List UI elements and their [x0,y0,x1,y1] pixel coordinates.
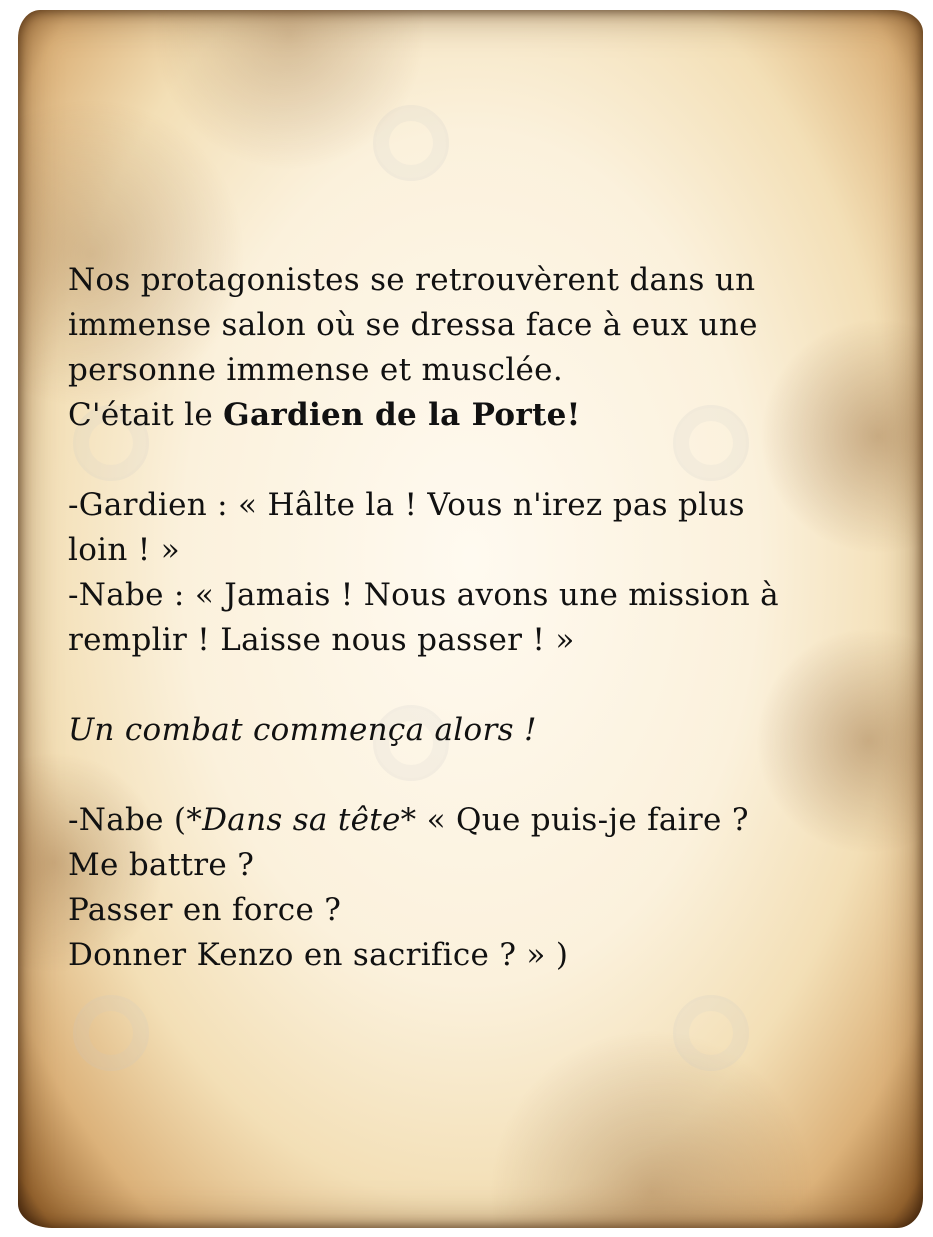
dialogue-prefix: -Nabe ( [68,802,187,838]
watermark-spiral-icon [673,995,749,1071]
thought-line: Me battre ? [68,847,255,883]
story-line: Nos protagonistes se retrouvèrent dans u… [68,262,756,298]
watermark-spiral-icon [73,995,149,1071]
watermark-spiral-icon [373,105,449,181]
story-line-guardian-intro: C'était le Gardien de la Porte! [68,393,868,438]
dialogue-suffix: « Que puis-je faire ? [416,802,749,838]
combat-announcement: Un combat commença alors ! [68,712,537,748]
story-line: personne immense et musclée. [68,352,563,388]
story-text-prefix: C'était le [68,397,224,433]
story-text: Nos protagonistes se retrouvèrent dans u… [68,258,868,978]
dialogue-line: remplir ! Laisse nous passer ! » [68,622,575,658]
dialogue-line-thought: -Nabe (*Dans sa tête* « Que puis-je fair… [68,798,868,843]
dialogue-line: -Nabe : « Jamais ! Nous avons une missio… [68,577,779,613]
thought-line: Donner Kenzo en sacrifice ? » ) [68,937,569,973]
story-line: immense salon où se dressa face à eux un… [68,307,758,343]
dialogue-line: -Gardien : « Hâlte la ! Vous n'irez pas … [68,487,745,523]
dialogue-line: loin ! » [68,532,180,568]
thought-line: Passer en force ? [68,892,342,928]
thought-aside: *Dans sa tête* [186,802,417,838]
guardian-name: Gardien de la Porte! [223,397,581,433]
